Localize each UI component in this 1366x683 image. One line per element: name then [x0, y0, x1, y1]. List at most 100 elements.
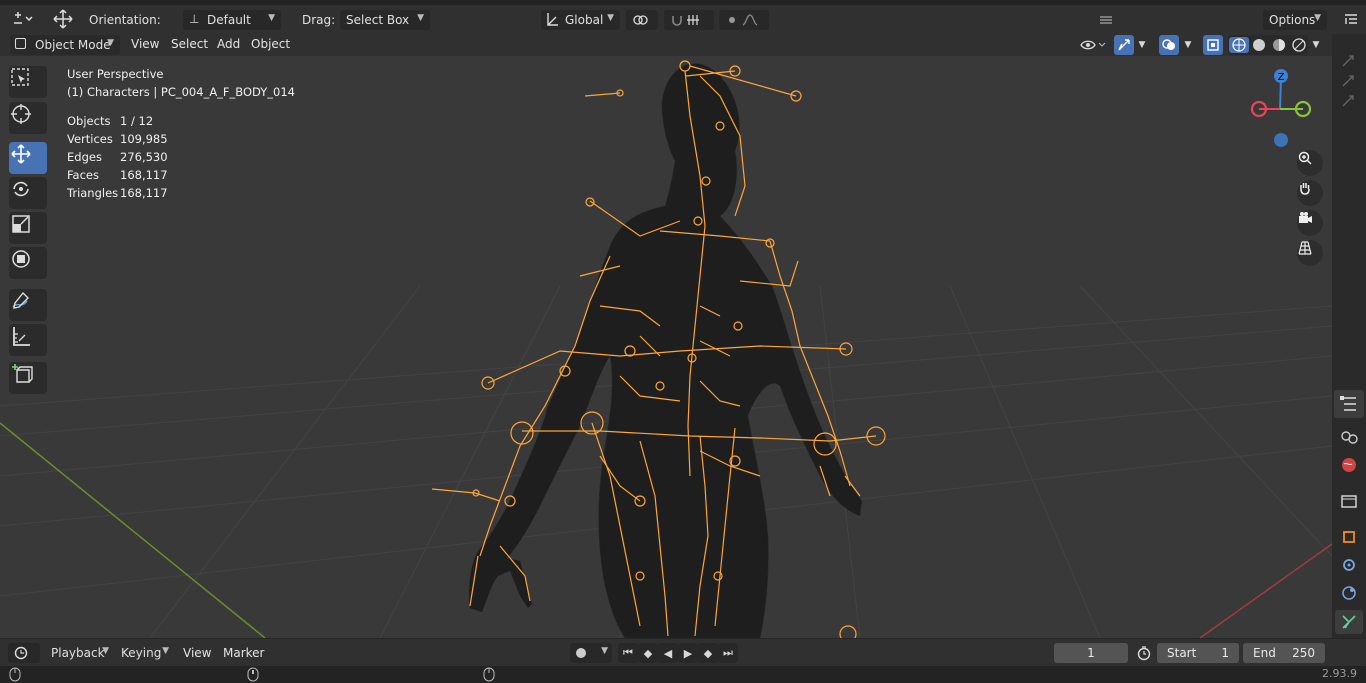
options-label: Options	[1269, 13, 1316, 27]
mouse-left-icon	[9, 667, 21, 682]
mode-value: Object Mode	[35, 38, 111, 52]
editor-type-icon[interactable]	[8, 9, 38, 29]
collection-properties-tab[interactable]	[1338, 490, 1360, 512]
world-properties-tab[interactable]	[1338, 454, 1360, 476]
move-tool-icon[interactable]	[50, 8, 76, 30]
menu-object[interactable]: Object	[251, 37, 290, 51]
visibility-eye-icon[interactable]	[1078, 35, 1108, 55]
measure-ruler-icon	[13, 327, 30, 346]
move-tool[interactable]	[9, 142, 47, 174]
jump-to-start-button[interactable]: ⏮	[618, 643, 638, 663]
annotate-tool[interactable]	[9, 289, 47, 321]
auto-keying-toggle[interactable]: ▼	[570, 643, 612, 663]
xray-toggle-icon[interactable]	[1203, 35, 1223, 55]
object-properties-tab[interactable]	[1338, 526, 1360, 548]
measure-tool[interactable]	[9, 324, 47, 356]
pan-button[interactable]	[1297, 180, 1323, 206]
start-label: Start	[1167, 646, 1197, 660]
transform-space-icon	[546, 11, 560, 30]
stat-objects-value: 1 / 12	[120, 114, 154, 128]
menu-view[interactable]: View	[131, 37, 159, 51]
pivot-point-dropdown[interactable]	[626, 10, 658, 30]
object-square-icon	[1343, 531, 1355, 543]
navigation-gizmo[interactable]: Z	[1245, 64, 1317, 154]
x-axis-line	[1199, 543, 1332, 638]
chevron-down-icon: ▼	[601, 646, 608, 656]
render-properties-tab[interactable]	[1338, 426, 1360, 448]
pivot-icon	[633, 15, 648, 25]
object-data-properties-tab[interactable]	[1335, 610, 1363, 634]
stat-edges-label: Edges	[67, 150, 102, 164]
prev-keyframe-icon: ◆	[643, 646, 653, 660]
perspective-label: User Perspective	[67, 67, 164, 81]
gizmo-chevron-icon[interactable]: ▼	[1134, 35, 1150, 55]
options-dropdown[interactable]: Options ▼	[1263, 10, 1327, 30]
perspective-toggle-button[interactable]	[1297, 240, 1323, 266]
keying-menu[interactable]: Keying ▼	[115, 643, 175, 663]
chevron-down-icon: ▼	[107, 38, 114, 48]
start-frame-field[interactable]: Start 1	[1157, 643, 1239, 663]
stopwatch-icon[interactable]	[1133, 643, 1155, 663]
status-bar: 2.93.9	[0, 666, 1366, 683]
play-button[interactable]: ▶	[678, 643, 698, 663]
stat-faces-label: Faces	[67, 168, 99, 182]
orientation-dropdown[interactable]: ⊥ Default ▼	[183, 10, 281, 30]
object-mode-icon	[15, 38, 26, 49]
overlays-chevron-icon[interactable]: ▼	[1180, 35, 1196, 55]
add-cube-tool[interactable]	[9, 362, 47, 394]
camera-view-button[interactable]	[1297, 210, 1323, 236]
select-box-tool[interactable]	[9, 66, 47, 98]
proportional-editing-dropdown[interactable]	[719, 10, 769, 30]
shading-modes-icon	[1229, 37, 1306, 53]
transform-tool[interactable]	[9, 247, 47, 279]
mode-dropdown[interactable]: Object Mode ▼	[10, 35, 120, 55]
chevron-down-icon: ▼	[268, 13, 275, 23]
jump-to-keyframe-prev-button[interactable]: ◆	[638, 643, 658, 663]
physics-properties-tab[interactable]	[1338, 582, 1360, 604]
overlays-toggle-icon[interactable]	[1159, 35, 1179, 55]
chevron-down-icon: ▼	[607, 13, 614, 23]
rotate-tool[interactable]	[9, 177, 47, 209]
record-icon	[576, 648, 586, 658]
jump-to-end-button[interactable]: ⏭	[718, 643, 738, 663]
end-value: 250	[1292, 646, 1315, 660]
stat-triangles-label: Triangles	[67, 186, 119, 200]
marker-menu[interactable]: Marker	[223, 646, 264, 660]
end-label: End	[1253, 646, 1276, 660]
playback-label: Playback	[51, 646, 105, 660]
modifier-properties-tab[interactable]	[1338, 554, 1360, 576]
end-frame-field[interactable]: End 250	[1243, 643, 1325, 663]
snap-dropdown[interactable]	[664, 10, 714, 30]
play-icon: ▶	[683, 646, 693, 660]
menu-add[interactable]: Add	[217, 37, 240, 51]
playback-menu[interactable]: Playback ▼	[45, 643, 115, 663]
scale-tool[interactable]	[9, 212, 47, 244]
tool-settings-header: Orientation: ⊥ Default ▼ Drag: Select Bo…	[0, 0, 1366, 34]
cursor-tool[interactable]	[9, 102, 47, 134]
properties-tab-strip	[1332, 34, 1366, 658]
gizmo-neg-z-axis[interactable]	[1274, 133, 1288, 147]
sidebar-toggle-icon[interactable]	[1340, 10, 1362, 30]
tool-properties-tab[interactable]	[1334, 390, 1364, 418]
modifier-wrench-icon	[1343, 559, 1355, 571]
shading-chevron-icon[interactable]: ▼	[1308, 35, 1324, 55]
view-options-icon[interactable]	[1092, 10, 1120, 30]
physics-orbit-icon	[1342, 586, 1356, 600]
zoom-button[interactable]	[1297, 150, 1323, 176]
rotate-icon	[13, 181, 29, 197]
jump-to-keyframe-next-button[interactable]: ◆	[698, 643, 718, 663]
keying-label: Keying	[121, 646, 162, 660]
gizmo-toggle-icon[interactable]	[1114, 35, 1134, 55]
menu-select[interactable]: Select	[171, 37, 208, 51]
timeline-editor-type[interactable]	[8, 643, 40, 663]
stat-vertices-value: 109,985	[120, 132, 168, 146]
sidebar-tool-icons	[1342, 55, 1354, 107]
timeline-view-menu[interactable]: View	[183, 646, 211, 660]
transform-orientation-dropdown[interactable]: Global ▼	[541, 10, 620, 30]
current-frame-field[interactable]: 1	[1054, 643, 1128, 663]
play-reverse-icon: ◀	[663, 646, 673, 660]
hand-icon	[1300, 183, 1310, 195]
3d-viewport[interactable]: User Perspective (1) Characters | PC_004…	[0, 56, 1332, 638]
play-reverse-button[interactable]: ◀	[658, 643, 678, 663]
drag-dropdown[interactable]: Select Box ▼	[340, 10, 430, 30]
